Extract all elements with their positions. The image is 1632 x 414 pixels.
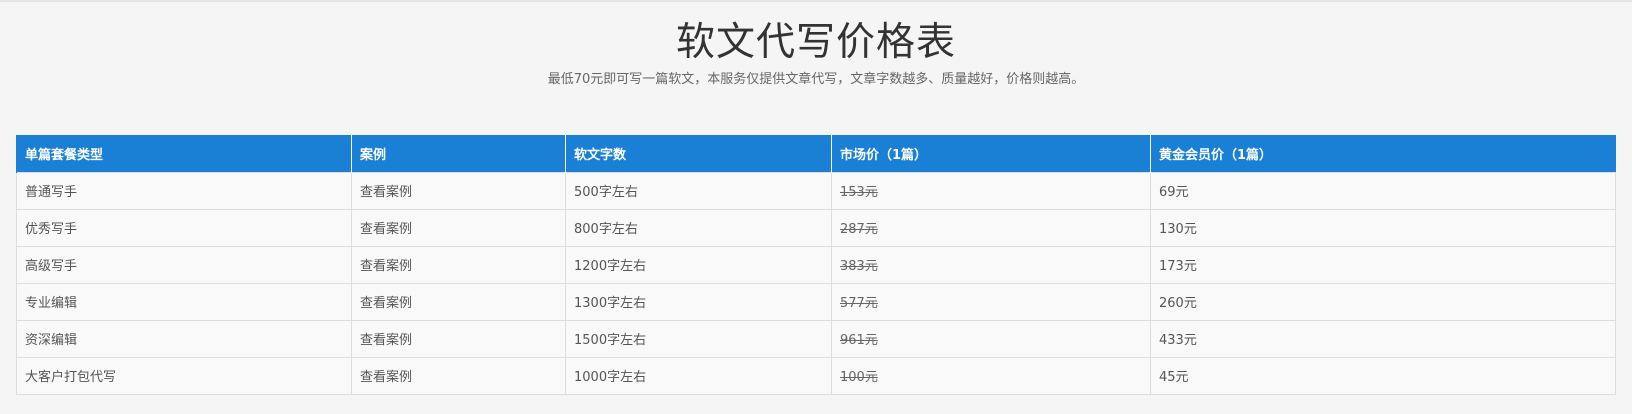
cell-market-price: 383元 [831, 245, 1151, 284]
column-header-words: 软文字数 [565, 135, 832, 172]
cell-case-link[interactable]: 查看案例 [351, 282, 566, 321]
column-header-member-price: 黄金会员价（1篇） [1150, 135, 1616, 172]
table-row: 优秀写手 查看案例 800字左右 287元 130元 [16, 208, 1616, 247]
cell-case-link[interactable]: 查看案例 [351, 319, 566, 358]
cell-market-price: 961元 [831, 319, 1151, 358]
table-row: 高级写手 查看案例 1200字左右 383元 173元 [16, 245, 1616, 284]
cell-type: 资深编辑 [16, 319, 352, 358]
page-title: 软文代写价格表 [675, 20, 956, 65]
column-header-case: 案例 [351, 135, 566, 172]
price-table: 单篇套餐类型 案例 软文字数 市场价（1篇） 黄金会员价（1篇） 普通写手 查看… [16, 135, 1616, 395]
cell-market-price: 577元 [831, 282, 1151, 321]
price-table-container: 单篇套餐类型 案例 软文字数 市场价（1篇） 黄金会员价（1篇） 普通写手 查看… [16, 135, 1616, 395]
table-header-row: 单篇套餐类型 案例 软文字数 市场价（1篇） 黄金会员价（1篇） [16, 135, 1616, 172]
price-page: 软文代写价格表 最低70元即可写一篇软文，本服务仅提供文章代写，文章字数越多、质… [0, 0, 1632, 414]
cell-words: 1500字左右 [565, 319, 832, 358]
cell-type: 大客户打包代写 [16, 356, 352, 395]
table-row: 资深编辑 查看案例 1500字左右 961元 433元 [16, 319, 1616, 358]
column-header-type: 单篇套餐类型 [16, 135, 352, 172]
cell-member-price: 173元 [1150, 245, 1616, 284]
table-row: 普通写手 查看案例 500字左右 153元 69元 [16, 171, 1616, 210]
cell-words: 1200字左右 [565, 245, 832, 284]
cell-words: 800字左右 [565, 208, 832, 247]
cell-case-link[interactable]: 查看案例 [351, 356, 566, 395]
cell-market-price: 287元 [831, 208, 1151, 247]
cell-member-price: 45元 [1150, 356, 1616, 395]
cell-case-link[interactable]: 查看案例 [351, 208, 566, 247]
cell-member-price: 260元 [1150, 282, 1616, 321]
page-subtitle: 最低70元即可写一篇软文，本服务仅提供文章代写，文章字数越多、质量越好，价格则越… [547, 72, 1085, 87]
cell-market-price: 100元 [831, 356, 1151, 395]
cell-member-price: 69元 [1150, 171, 1616, 210]
cell-words: 1300字左右 [565, 282, 832, 321]
cell-type: 普通写手 [16, 171, 352, 210]
cell-type: 优秀写手 [16, 208, 352, 247]
column-header-market-price: 市场价（1篇） [831, 135, 1151, 172]
cell-case-link[interactable]: 查看案例 [351, 245, 566, 284]
cell-market-price: 153元 [831, 171, 1151, 210]
cell-member-price: 130元 [1150, 208, 1616, 247]
cell-type: 专业编辑 [16, 282, 352, 321]
cell-case-link[interactable]: 查看案例 [351, 171, 566, 210]
cell-words: 1000字左右 [565, 356, 832, 395]
cell-type: 高级写手 [16, 245, 352, 284]
table-row: 专业编辑 查看案例 1300字左右 577元 260元 [16, 282, 1616, 321]
cell-member-price: 433元 [1150, 319, 1616, 358]
cell-words: 500字左右 [565, 171, 832, 210]
table-row: 大客户打包代写 查看案例 1000字左右 100元 45元 [16, 356, 1616, 395]
